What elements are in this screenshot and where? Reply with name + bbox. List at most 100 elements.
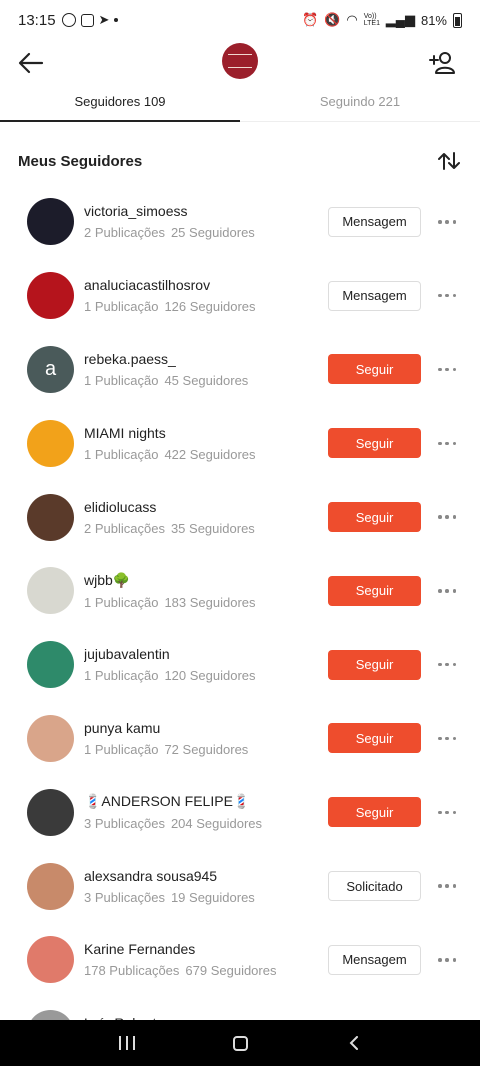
follow-button[interactable]: Seguir	[328, 354, 421, 385]
follow-button[interactable]: Seguir	[328, 428, 421, 459]
follower-count: 120 Seguidores	[164, 668, 256, 684]
mute-icon: 🔇	[324, 12, 341, 27]
avatar[interactable]	[27, 419, 74, 467]
back-button[interactable]	[14, 46, 48, 80]
avatar[interactable]	[27, 862, 74, 910]
follower-row[interactable]: punya kamu 1 Publicação 72 Seguidores Segui…	[0, 702, 480, 776]
battery-icon	[453, 12, 462, 28]
follower-row[interactable]: alexsandra sousa945 3 Publicações 19 Segui…	[0, 849, 480, 923]
system-nav-bar	[0, 1020, 480, 1066]
post-count: 1 Publicação	[84, 372, 159, 388]
more-options-icon[interactable]	[438, 655, 456, 675]
post-count: 3 Publicações	[84, 889, 165, 905]
follower-count: 19 Seguidores	[170, 889, 255, 905]
more-options-icon[interactable]	[438, 876, 456, 896]
sort-button[interactable]	[436, 148, 462, 174]
whatsapp-icon	[61, 13, 76, 27]
post-count: 2 Publicações	[84, 225, 165, 241]
follower-row[interactable]: MIAMI nights 1 Publicação 422 Seguidores Se…	[0, 406, 480, 480]
system-back-button[interactable]	[347, 1036, 361, 1050]
follower-row[interactable]: Karine Fernandes 178 Publicações 679 Segui…	[0, 923, 480, 997]
back-arrow-icon	[18, 52, 44, 74]
post-count: 1 Publicação	[84, 446, 159, 462]
follower-count: 35 Seguidores	[170, 520, 255, 536]
add-user-icon	[429, 52, 455, 74]
network-label: Vo)) LTE1	[363, 13, 380, 27]
follow-button[interactable]: Seguir	[328, 797, 421, 828]
alarm-icon: ⏰	[302, 12, 319, 27]
more-options-icon[interactable]	[438, 507, 456, 527]
message-button[interactable]: Mensagem	[328, 280, 421, 311]
avatar[interactable]	[27, 936, 74, 984]
follower-count: 204 Seguidores	[170, 816, 263, 832]
more-options-icon[interactable]	[438, 581, 456, 601]
avatar[interactable]	[27, 198, 74, 246]
post-count: 3 Publicações	[84, 816, 165, 832]
telegram-icon: ➤	[98, 12, 110, 27]
avatar[interactable]	[27, 788, 74, 836]
section-title: Meus Seguidores	[18, 152, 143, 170]
notification-icons: ➤	[61, 12, 119, 28]
tab-followers[interactable]: Seguidores 109	[0, 84, 240, 122]
section-header: Meus Seguidores	[18, 144, 462, 178]
logo-mark	[228, 54, 252, 68]
more-notifications-icon	[114, 18, 119, 22]
follow-button[interactable]: Seguir	[328, 723, 421, 754]
follower-row[interactable]: analuciacastilhosrov 1 Publicação 126 Segu…	[0, 259, 480, 333]
system-icons: ⏰ 🔇 ◠ Vo)) LTE1 ▂▄▆ 81%	[302, 12, 462, 28]
avatar[interactable]	[27, 272, 74, 320]
home-button[interactable]	[233, 1035, 249, 1051]
follower-count: 72 Seguidores	[164, 741, 249, 757]
status-time: 13:15	[18, 11, 56, 29]
follower-row[interactable]: wjbb🌳 1 Publicação 183 Seguidores Seguir	[0, 554, 480, 628]
followers-list: victoria_simoess 2 Publicações 25 Seguidor…	[0, 185, 480, 1066]
tabs: Seguidores 109 Seguindo 221	[0, 84, 480, 122]
tab-following[interactable]: Seguindo 221	[240, 84, 480, 121]
add-user-button[interactable]	[426, 46, 460, 80]
follower-count: 25 Seguidores	[170, 225, 255, 241]
avatar[interactable]: a	[27, 345, 74, 393]
screenshot-icon	[80, 13, 94, 27]
more-options-icon[interactable]	[438, 433, 456, 453]
more-options-icon[interactable]	[438, 286, 456, 306]
requested-button[interactable]: Solicitado	[328, 871, 421, 902]
wifi-icon: ◠	[346, 12, 358, 27]
follower-count: 422 Seguidores	[164, 446, 256, 462]
follow-button[interactable]: Seguir	[328, 575, 421, 606]
battery-level: 81%	[420, 12, 447, 28]
status-bar: 13:15 ➤ ⏰ 🔇 ◠ Vo)) LTE1 ▂▄▆ 81%	[0, 0, 480, 40]
more-options-icon[interactable]	[438, 359, 456, 379]
follower-count: 679 Seguidores	[185, 963, 277, 979]
message-button[interactable]: Mensagem	[328, 206, 421, 237]
avatar[interactable]	[27, 493, 74, 541]
more-options-icon[interactable]	[438, 950, 456, 970]
avatar[interactable]	[27, 567, 74, 615]
follower-count: 45 Seguidores	[164, 372, 249, 388]
follower-count: 183 Seguidores	[164, 594, 256, 610]
more-options-icon[interactable]	[438, 802, 456, 822]
follow-button[interactable]: Seguir	[328, 649, 421, 680]
post-count: 1 Publicação	[84, 299, 159, 315]
post-count: 1 Publicação	[84, 594, 159, 610]
follower-row[interactable]: a rebeka.paess_ 1 Publicação 45 Seguidores S…	[0, 333, 480, 407]
more-options-icon[interactable]	[438, 212, 456, 232]
post-count: 178 Publicações	[84, 963, 180, 979]
follower-row[interactable]: elidiolucass 2 Publicações 35 Seguidores Se…	[0, 480, 480, 554]
follower-row[interactable]: 💈ANDERSON FELIPE💈 3 Publicações 204 Seguid…	[0, 775, 480, 849]
follow-button[interactable]: Seguir	[328, 502, 421, 533]
follower-row[interactable]: jujubavalentin 1 Publicação 120 Seguidores…	[0, 628, 480, 702]
post-count: 1 Publicação	[84, 668, 159, 684]
more-options-icon[interactable]	[438, 728, 456, 748]
message-button[interactable]: Mensagem	[328, 944, 421, 975]
avatar[interactable]	[27, 641, 74, 689]
screen: 13:15 ➤ ⏰ 🔇 ◠ Vo)) LTE1 ▂▄▆ 81% Seguidor…	[0, 0, 480, 1066]
avatar[interactable]	[27, 714, 74, 762]
follower-row[interactable]: victoria_simoess 2 Publicações 25 Seguidor…	[0, 185, 480, 259]
post-count: 2 Publicações	[84, 520, 165, 536]
shop-logo[interactable]	[222, 43, 258, 79]
sort-icon	[438, 152, 460, 170]
signal-icon: ▂▄▆	[385, 12, 415, 27]
header	[0, 40, 480, 84]
follower-count: 126 Seguidores	[164, 299, 256, 315]
recent-apps-button[interactable]	[119, 1036, 136, 1050]
